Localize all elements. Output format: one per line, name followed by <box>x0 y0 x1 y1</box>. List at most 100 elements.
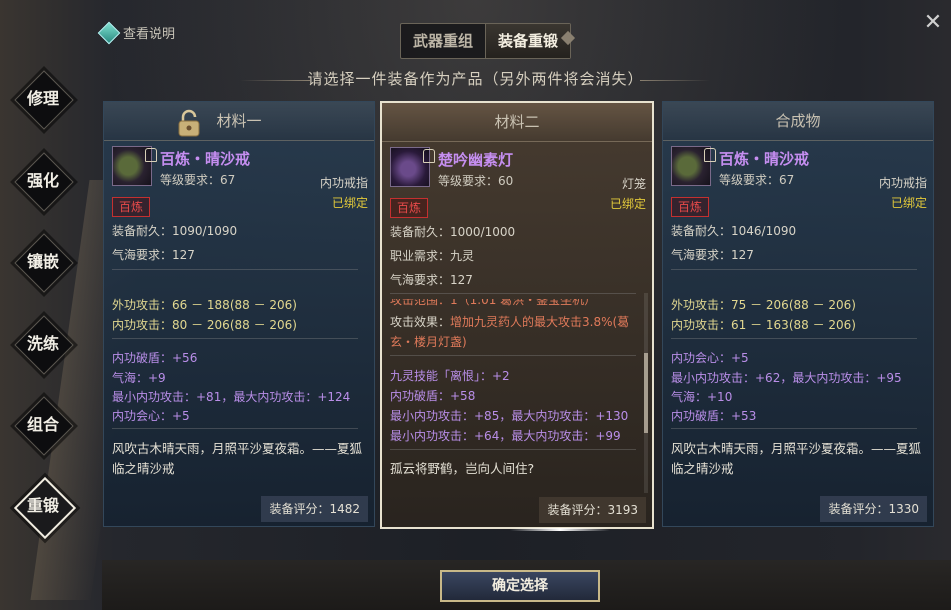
close-icon: ✕ <box>923 10 943 35</box>
nav-label: 组合 <box>26 415 59 434</box>
lock-icon <box>704 148 716 162</box>
stat-line: 内功攻击：61 － 163(88 － 206) <box>671 316 856 333</box>
attr-line: 内功会心：+5 <box>671 351 749 365</box>
item-level: 等级要求：67 <box>160 173 236 187</box>
item-type: 内功戒指 <box>878 176 927 190</box>
nav-label: 重锻 <box>26 496 59 515</box>
equip-score: 装备评分：3193 <box>539 497 646 523</box>
divider <box>112 338 358 339</box>
divider <box>671 269 917 270</box>
bound-status: 已绑定 <box>609 197 646 211</box>
effect-line: 攻击效果：增加九灵药人的最大攻击3.8%(葛 <box>390 313 629 330</box>
flavor-text: 孤云将野鹤，岂向人间住? <box>390 461 535 476</box>
requirement: 气海要求：127 <box>390 273 473 287</box>
item-name: 百炼・晴沙戒 <box>160 150 251 168</box>
stat-line: 外功攻击：66 － 188(88 － 206) <box>112 296 297 313</box>
divider <box>390 293 636 294</box>
material-two-panel[interactable]: 材料二 楚吟幽素灯 等级要求：60 灯笼 已绑定 百炼 装备耐久：1000/10… <box>380 101 654 529</box>
item-name: 百炼・晴沙戒 <box>719 150 810 168</box>
stat-range: (88 － 206) <box>229 318 297 332</box>
item-level: 等级要求：67 <box>719 173 795 187</box>
divider <box>671 338 917 339</box>
range-line: 攻击范围：1（1.01 葛洪・鉴宝坐机） <box>390 299 597 307</box>
nav-label: 修理 <box>26 89 59 108</box>
divider <box>112 428 358 429</box>
nav-label: 洗练 <box>26 334 59 353</box>
tab-equip-reforge[interactable]: 装备重锻 <box>485 24 571 58</box>
bound-status: 已绑定 <box>331 196 368 210</box>
diamond-icon <box>97 21 121 44</box>
attr-line: 九灵技能「离恨」：+2 <box>390 369 510 383</box>
stat-text: 外功攻击：75 － 206 <box>671 298 789 312</box>
divider <box>390 449 636 450</box>
result-panel[interactable]: 合成物 百炼・晴沙戒 等级要求：67 内功戒指 已绑定 百炼 装备耐久：1046… <box>662 101 934 527</box>
attr-line: 内功破盾：+53 <box>671 409 757 423</box>
divider <box>390 355 636 356</box>
panel-title: 材料二 <box>382 103 652 142</box>
attr-line: 最小内功攻击：+85，最大内功攻击：+130 <box>390 409 629 423</box>
divider <box>671 428 917 429</box>
job-requirement: 职业需求：九灵 <box>390 249 475 263</box>
quality-badge: 百炼 <box>112 197 151 217</box>
attr-line: 最小内功攻击：+81，最大内功攻击：+124 <box>112 390 351 404</box>
nav-label: 强化 <box>26 171 59 190</box>
durability: 装备耐久：1046/1090 <box>671 224 797 238</box>
nav-combine[interactable]: 组合 <box>14 396 74 456</box>
item-row: 楚吟幽素灯 等级要求：60 <box>390 147 644 192</box>
durability: 装备耐久：1000/1000 <box>390 225 516 239</box>
stat-line: 内功攻击：80 － 206(88 － 206) <box>112 316 297 333</box>
bound-status: 已绑定 <box>890 196 927 210</box>
stat-text: 内功攻击：61 － 163 <box>671 318 789 332</box>
effect-text: 增加九灵药人的最大攻击3.8%(葛 <box>450 315 630 329</box>
item-type: 内功戒指 <box>319 176 368 190</box>
effect-label: 攻击效果： <box>390 315 451 329</box>
material-one-panel[interactable]: 材料一 百炼・晴沙戒 等级要求：67 内功戒指 已绑定 百炼 装备耐久：1090… <box>103 101 375 527</box>
flavor-text: 风吹古木晴天雨，月照平沙夏夜霜。——夏狐临之晴沙戒 <box>671 441 922 476</box>
equip-score: 装备评分：1482 <box>261 496 368 522</box>
attr-line: 气海：+9 <box>112 371 166 385</box>
tab-bar: 武器重组 装备重锻 <box>400 23 572 59</box>
attr-line: 内功破盾：+58 <box>390 389 476 403</box>
quality-badge: 百炼 <box>390 198 429 218</box>
nav-reforge[interactable]: 重锻 <box>13 476 77 540</box>
attr-line: 内功会心：+5 <box>112 409 190 423</box>
help-link[interactable]: 查看说明 <box>97 21 176 44</box>
panel-title: 合成物 <box>663 102 933 141</box>
unlock-icon[interactable] <box>174 108 204 138</box>
attr-line: 内功破盾：+56 <box>112 351 198 365</box>
scroll-thumb[interactable] <box>644 353 648 433</box>
nav-inlay[interactable]: 镶嵌 <box>14 233 74 293</box>
nav-repair[interactable]: 修理 <box>14 70 74 130</box>
stat-range: (88 － 206) <box>788 318 856 332</box>
attr-line: 气海：+10 <box>671 390 733 404</box>
help-label: 查看说明 <box>123 27 176 42</box>
stat-range: (88 － 206) <box>229 298 297 312</box>
close-button[interactable]: ✕ <box>920 10 946 36</box>
effect-line-2: 玄・楼月灯盏) <box>390 335 467 349</box>
tab-weapon-reorg[interactable]: 武器重组 <box>401 24 485 58</box>
prompt-text: 请选择一件装备作为产品（另外两件将会消失） <box>307 70 644 88</box>
durability: 装备耐久：1090/1090 <box>112 224 238 238</box>
scrollbar[interactable] <box>644 293 648 493</box>
nav-enhance[interactable]: 强化 <box>14 152 74 212</box>
selection-sparkle <box>510 528 610 531</box>
attr-line: 最小内功攻击：+64，最大内功攻击：+99 <box>390 429 621 443</box>
item-name: 楚吟幽素灯 <box>438 151 514 169</box>
item-type: 灯笼 <box>621 177 646 191</box>
confirm-button[interactable]: 确定选择 <box>440 570 600 602</box>
quality-badge: 百炼 <box>671 197 710 217</box>
equip-score: 装备评分：1330 <box>820 496 927 522</box>
nav-refine[interactable]: 洗练 <box>14 315 74 375</box>
stat-range: (88 － 206) <box>788 298 856 312</box>
stat-text: 内功攻击：80 － 206 <box>112 318 230 332</box>
panel-title: 材料一 <box>104 102 374 141</box>
lock-icon <box>145 148 157 162</box>
stat-line: 外功攻击：75 － 206(88 － 206) <box>671 296 856 313</box>
scroll-content[interactable]: 攻击范围：1（1.01 葛洪・鉴宝坐机） 攻击效果：增加九灵药人的最大攻击3.8… <box>382 299 652 493</box>
requirement: 气海要求：127 <box>671 248 754 262</box>
item-level: 等级要求：60 <box>438 174 514 188</box>
attr-line: 最小内功攻击：+62，最大内功攻击：+95 <box>671 371 902 385</box>
nav-label: 镶嵌 <box>26 252 59 271</box>
divider <box>640 80 710 81</box>
divider <box>112 269 358 270</box>
